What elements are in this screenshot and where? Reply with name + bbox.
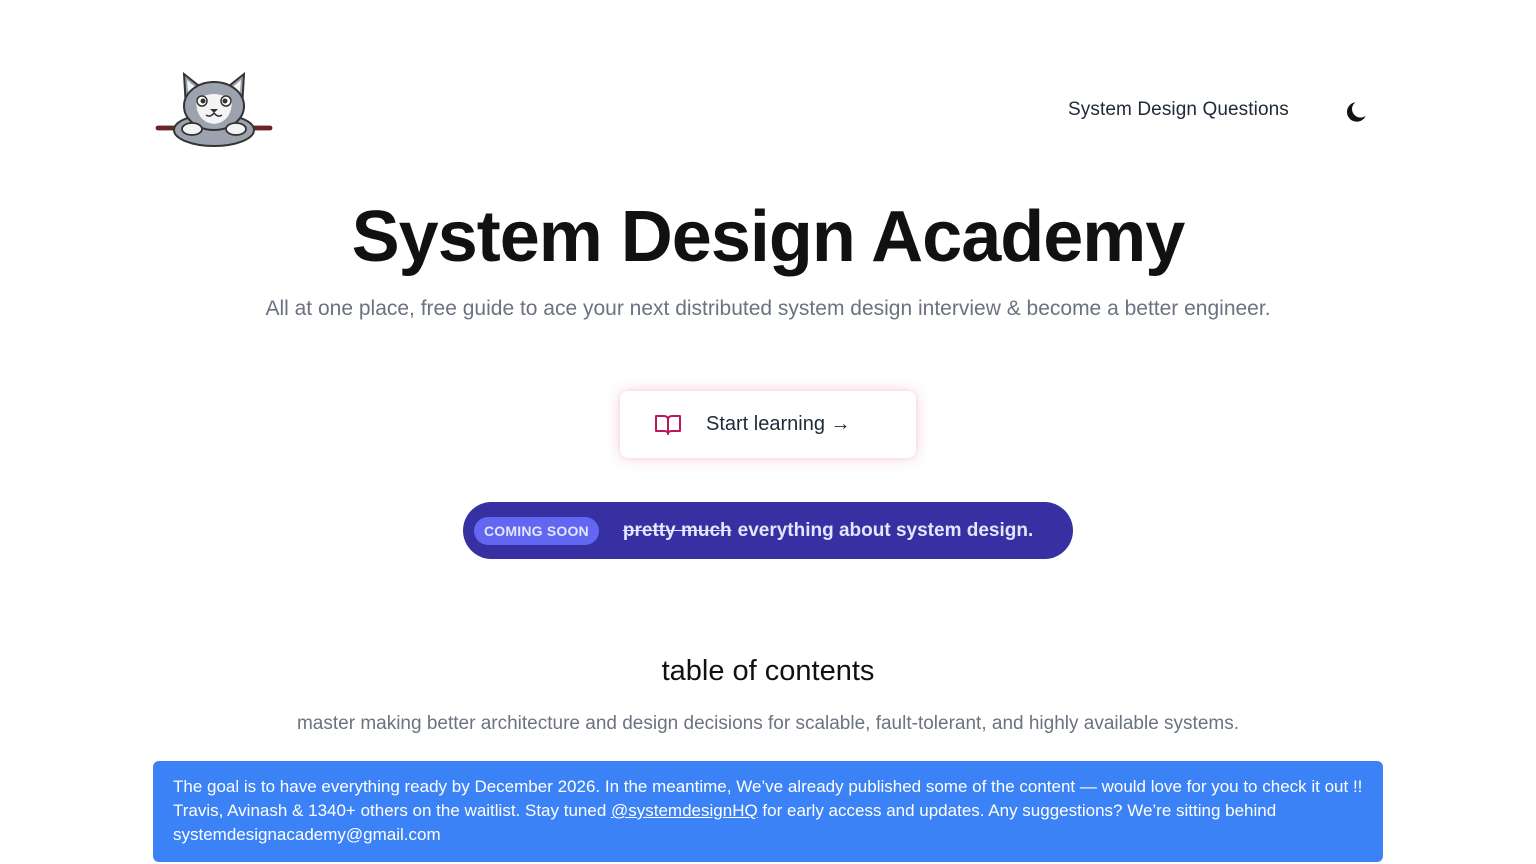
toc-subtitle: master making better architecture and de… xyxy=(296,713,1240,734)
hero-subtitle: All at one place, free guide to ace your… xyxy=(265,297,1271,320)
banner-strikethrough-text: pretty much xyxy=(622,519,732,541)
page: System Design Questions System Design Ac… xyxy=(0,0,1536,864)
cat-mascot-logo[interactable] xyxy=(154,70,274,148)
page-title: System Design Academy xyxy=(351,197,1186,277)
toc-title: table of contents xyxy=(661,655,875,687)
twitter-handle-link[interactable]: @systemdesignHQ xyxy=(611,801,758,820)
nav-link-system-design-questions[interactable]: System Design Questions xyxy=(1068,99,1289,121)
waitlist-notice: The goal is to have everything ready by … xyxy=(153,761,1383,862)
moon-icon[interactable] xyxy=(1344,99,1370,125)
banner-text: everything about system design. xyxy=(737,519,1034,541)
start-learning-label: Start learning → xyxy=(706,413,851,435)
start-learning-button[interactable]: Start learning → xyxy=(620,391,916,458)
book-icon xyxy=(654,413,682,437)
coming-soon-banner[interactable]: COMING SOON pretty much everything about… xyxy=(463,502,1073,559)
coming-soon-badge: COMING SOON xyxy=(474,516,599,545)
